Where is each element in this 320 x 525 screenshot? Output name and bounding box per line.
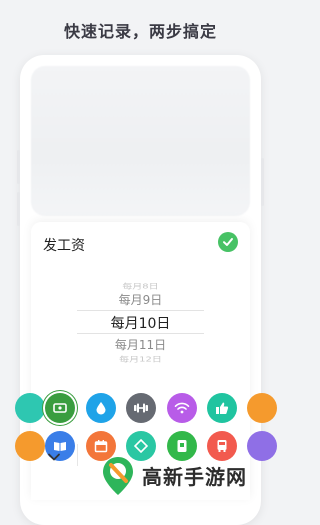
ticket-icon	[53, 403, 67, 413]
divider	[77, 444, 78, 466]
category-wifi[interactable]	[167, 393, 197, 423]
category-edge-left[interactable]	[15, 393, 45, 423]
picker-line	[77, 310, 204, 311]
picker-item-selected[interactable]: 每月10日	[31, 313, 250, 333]
picker-item[interactable]: 每月8日	[31, 280, 250, 291]
dumbbell-icon	[134, 403, 148, 413]
category-like[interactable]	[207, 393, 237, 423]
watermark-logo-icon	[103, 456, 133, 495]
thumbs-up-icon	[216, 402, 229, 414]
category-edge-right[interactable]	[247, 393, 277, 423]
category-water[interactable]	[86, 393, 116, 423]
category-ticket[interactable]	[45, 393, 75, 423]
check-icon	[223, 238, 233, 246]
sheet-title: 发工资	[43, 238, 85, 254]
confirm-button[interactable]	[218, 232, 238, 252]
blurred-screen	[31, 66, 250, 216]
category-edge-left[interactable]	[15, 431, 45, 461]
picker-line	[77, 333, 204, 334]
picker-item[interactable]: 每月12日	[31, 353, 250, 364]
day-picker[interactable]: 每月8日 每月9日 每月10日 每月11日 每月12日	[31, 266, 250, 366]
watermark: 高新手游网	[100, 451, 281, 500]
phone-side-button	[17, 150, 20, 184]
category-fitness[interactable]	[126, 393, 156, 423]
watermark-text: 高新手游网	[142, 465, 247, 489]
phone-side-button	[17, 192, 20, 226]
phone-power-button	[261, 158, 264, 206]
chevron-down-icon	[48, 453, 60, 461]
wifi-icon	[174, 402, 190, 414]
water-drop-icon	[96, 402, 106, 415]
collapse-button[interactable]	[47, 449, 61, 463]
picker-item[interactable]: 每月9日	[31, 291, 250, 308]
headline: 快速记录，两步搞定	[63, 22, 217, 41]
picker-item[interactable]: 每月11日	[31, 336, 250, 353]
